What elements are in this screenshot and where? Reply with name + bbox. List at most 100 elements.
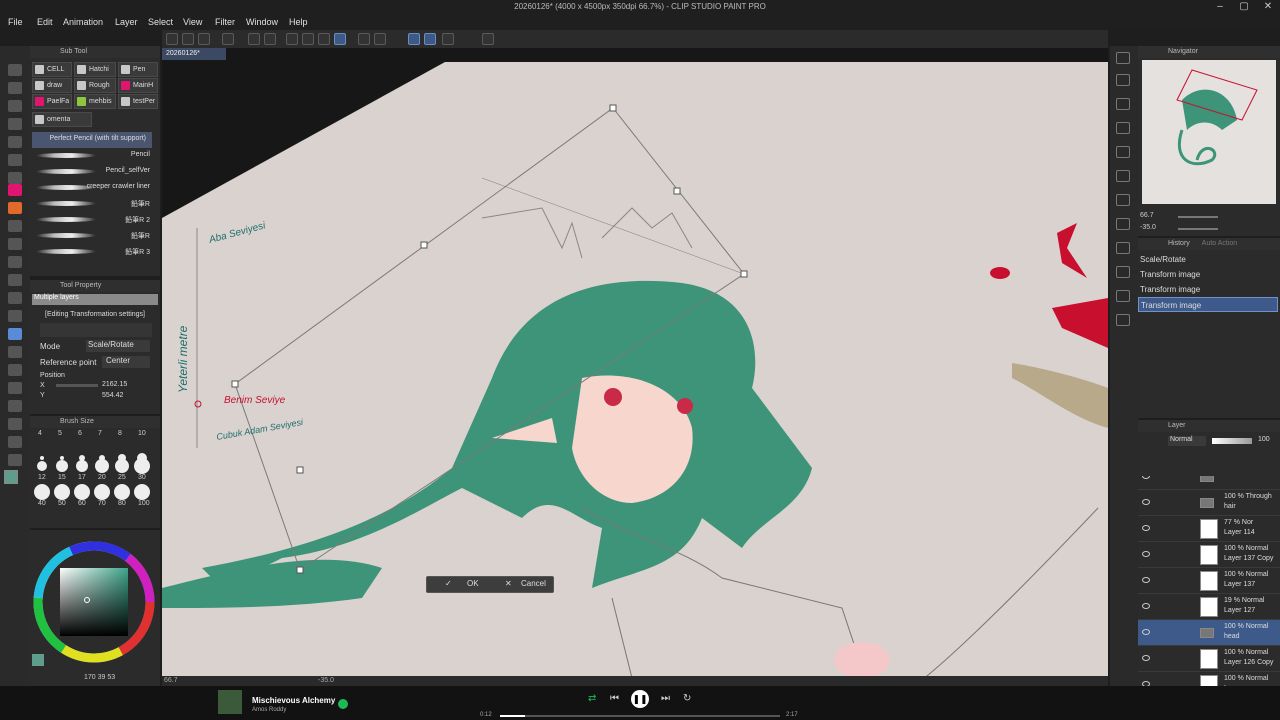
brush-size-option[interactable] [37,461,47,471]
pause-button[interactable]: ❚❚ [631,690,649,708]
pencil-tool-icon[interactable] [8,202,22,214]
layer-folder-row[interactable]: sketch [1138,476,1280,490]
eyedropper-icon[interactable] [8,172,22,184]
save-icon[interactable] [198,33,210,45]
ok-button[interactable]: OK [467,579,479,588]
visibility-eye-icon[interactable] [1142,655,1150,661]
brush-size-option[interactable] [134,484,150,500]
x-slider[interactable] [56,384,98,387]
document-tab[interactable]: 20260126* [162,48,226,60]
transform-tool-icon[interactable] [8,328,22,340]
close-button[interactable]: ✕ [1256,0,1280,15]
liked-icon[interactable] [338,699,348,709]
brush-size-option[interactable] [34,484,50,500]
visibility-eye-icon[interactable] [1142,629,1150,635]
next-icon[interactable]: ⏭ [661,693,670,704]
navigator-zoom-slider[interactable] [1178,216,1218,218]
snap-ruler-icon[interactable] [408,33,420,45]
previous-icon[interactable]: ⏮ [610,693,619,704]
visibility-eye-icon[interactable] [1142,603,1150,609]
decoration-icon[interactable] [8,256,22,268]
mode-select[interactable]: Scale/Rotate [86,340,150,352]
history-item[interactable]: Transform image [1138,282,1278,297]
fill-tool-icon[interactable] [8,310,22,322]
operation-tool-icon[interactable] [8,100,22,112]
brush-item[interactable]: 鉛筆R [32,196,152,212]
brush-size-option[interactable] [115,459,129,473]
search-layer-icon[interactable] [1116,194,1130,206]
move-tool-icon[interactable] [8,82,22,94]
layer-row[interactable]: 77 % Nor Layer 114 [1138,516,1280,542]
navigator-zoom[interactable]: 66.7 [1140,212,1154,219]
deselect-icon[interactable] [358,33,370,45]
x-value[interactable]: 2162.15 [102,381,127,388]
undo-icon[interactable] [248,33,260,45]
brush-size-option[interactable] [40,456,44,460]
main-color-swatch[interactable] [4,470,18,484]
brush-item[interactable]: 鉛筆R 2 [32,212,152,228]
menu-help[interactable]: Help [289,17,308,27]
track-title[interactable]: Mischievous Alchemy [252,696,335,705]
history-tab[interactable]: History [1168,240,1190,247]
layer-row[interactable]: 100 % NormalLayer ... [1138,672,1280,686]
layer-property-icon[interactable] [1116,170,1130,182]
brush-item[interactable]: Pencil_selfVer [32,164,152,180]
visibility-eye-icon[interactable] [1142,499,1150,505]
selection-icon[interactable] [334,33,346,45]
balloon-icon[interactable] [8,436,22,448]
snap-special-icon[interactable] [424,33,436,45]
close-panel-icon[interactable] [1116,122,1130,134]
brush-size-option[interactable] [134,458,150,474]
brush-size-option[interactable] [76,460,88,472]
zoom-tool-icon[interactable] [8,64,22,76]
visibility-eye-icon[interactable] [1142,551,1150,557]
canvas-area[interactable]: Aba Seviyesi Yeterli metre Benim Seviye … [162,48,1108,680]
transform-handle-mid-left[interactable] [420,241,428,249]
ruler-icon[interactable] [8,400,22,412]
transform-handle-right[interactable] [740,270,748,278]
color-history-icon[interactable] [1116,314,1130,326]
history-item-selected[interactable]: Transform image [1138,297,1278,312]
correct-line-icon[interactable] [8,454,22,466]
brush-size-option[interactable] [74,484,90,500]
menu-filter[interactable]: Filter [215,17,235,27]
navigator-preview[interactable] [1142,60,1276,204]
auto-select-icon[interactable] [8,154,22,166]
subtool-tab-pen[interactable]: Pen [118,62,158,77]
subtool-tab-omenta[interactable]: omenta [32,112,92,127]
minimize-button[interactable]: – [1208,0,1232,15]
current-color-swatch[interactable] [32,654,44,666]
figure-icon[interactable] [8,364,22,376]
transform-handle-left[interactable] [231,380,239,388]
material-panel-icon[interactable] [1116,146,1130,158]
auto-action-tab[interactable]: Auto Action [1202,240,1237,247]
navigator-angle[interactable]: -35.0 [1140,224,1156,231]
shuffle-icon[interactable]: ⇄ [588,693,596,704]
eraser-icon[interactable] [8,274,22,286]
blend-mode-select[interactable]: Normal [1168,436,1206,446]
brush-item[interactable]: Perfect Pencil (with tilt support) [32,132,152,148]
brush-item[interactable]: 鉛筆R 3 [32,244,152,260]
brush-size-option[interactable] [56,460,68,472]
transform-handle-top[interactable] [609,104,617,112]
menu-view[interactable]: View [183,17,202,27]
opacity-value[interactable]: 100 [1258,436,1270,443]
subtool-tab-mehbis[interactable]: mehbis [74,94,116,109]
navigator-angle-slider[interactable] [1178,228,1218,230]
brush-size-option[interactable] [95,459,109,473]
y-value[interactable]: 554.42 [102,392,123,398]
maximize-button[interactable]: ▢ [1232,0,1256,15]
brush-item[interactable]: creeper crawler liner [32,180,152,196]
subview-panel-icon[interactable] [1116,74,1130,86]
transform-icon[interactable] [318,33,330,45]
canvas-artwork[interactable]: Aba Seviyesi Yeterli metre Benim Seviye … [162,48,1108,680]
airbrush-icon[interactable] [8,238,22,250]
brush-item[interactable]: 鉛筆R [32,228,152,244]
color-wheel[interactable] [30,534,160,674]
layer-folder-row[interactable]: 100 % Through hair [1138,490,1280,516]
layer-row[interactable]: 100 % Normal Layer 137 Copy [1138,542,1280,568]
brush-size-option[interactable] [114,484,130,500]
transform-handle-bottom-left[interactable] [296,466,304,474]
frame-icon[interactable] [8,382,22,394]
info-panel-icon[interactable] [1116,98,1130,110]
